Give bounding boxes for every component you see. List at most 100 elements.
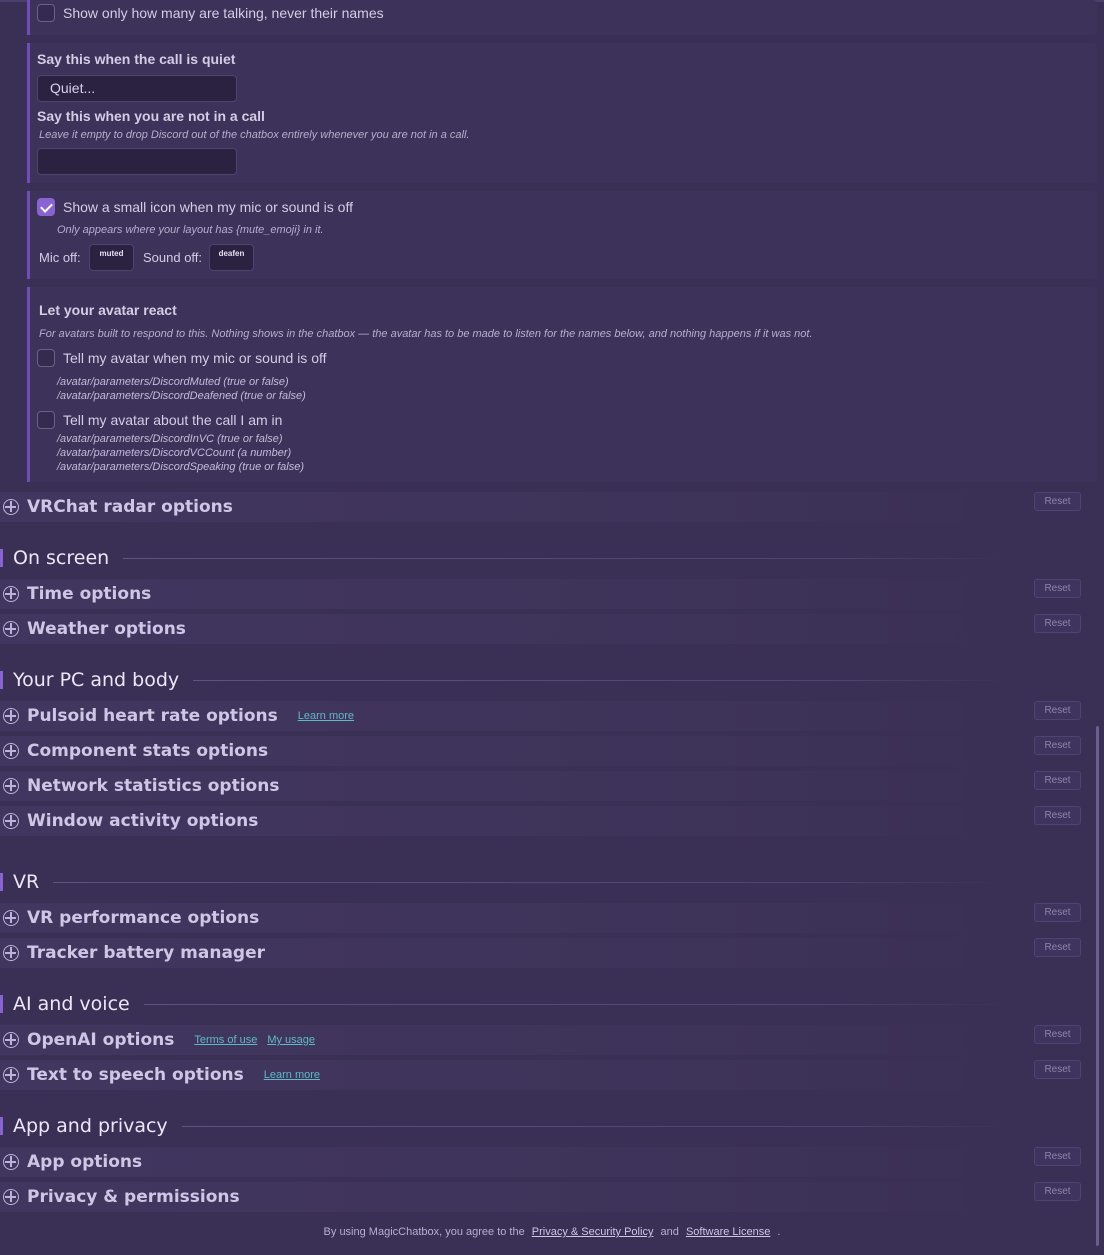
section-network[interactable]: Network statistics options	[0, 771, 1010, 801]
group-vr: VR	[0, 869, 1010, 895]
section-openai[interactable]: OpenAI options Terms of use My usage	[0, 1025, 1010, 1055]
mute-icon-row[interactable]: Show a small icon when my mic or sound i…	[37, 198, 353, 216]
software-license-link[interactable]: Software License	[686, 1226, 770, 1238]
expand-icon[interactable]	[3, 1067, 19, 1083]
section-vrchat-radar[interactable]: VRChat radar options	[0, 492, 1010, 522]
group-divider	[181, 1125, 1010, 1127]
learn-more-link[interactable]: Learn more	[298, 710, 354, 722]
avatar-mute-row[interactable]: Tell my avatar when my mic or sound is o…	[37, 349, 327, 367]
avatar-path: /avatar/parameters/DiscordSpeaking (true…	[57, 461, 304, 473]
reset-button[interactable]: Reset	[1034, 1182, 1081, 1201]
section-title: App options	[27, 1152, 143, 1172]
mic-off-label: Mic off:	[39, 250, 81, 265]
scrollbar[interactable]	[1096, 726, 1099, 1246]
avatar-call-row[interactable]: Tell my avatar about the call I am in	[37, 411, 282, 429]
section-title: Privacy & permissions	[27, 1187, 240, 1207]
reset-button[interactable]: Reset	[1034, 736, 1081, 755]
section-title: Component stats options	[27, 741, 269, 761]
reset-button[interactable]: Reset	[1034, 701, 1081, 720]
my-usage-link[interactable]: My usage	[267, 1034, 315, 1046]
count-only-label: Show only how many are talking, never th…	[63, 5, 384, 21]
reset-button[interactable]: Reset	[1034, 614, 1081, 633]
expand-icon[interactable]	[3, 778, 19, 794]
avatar-mute-paths: /avatar/parameters/DiscordMuted (true or…	[57, 375, 306, 403]
section-title: Text to speech options	[27, 1065, 244, 1085]
group-on-screen: On screen	[0, 545, 1010, 571]
section-tts[interactable]: Text to speech options Learn more	[0, 1060, 1010, 1090]
avatar-path: /avatar/parameters/DiscordDeafened (true…	[57, 390, 306, 402]
expand-icon[interactable]	[3, 586, 19, 602]
count-only-checkbox[interactable]	[37, 4, 55, 22]
terms-of-use-link[interactable]: Terms of use	[194, 1034, 257, 1046]
sound-off-input[interactable]: deafen	[209, 244, 254, 271]
footer: By using MagicChatbox, you agree to the …	[0, 1226, 1104, 1238]
count-only-row[interactable]: Show only how many are talking, never th…	[37, 4, 384, 22]
group-accent-bar	[0, 1117, 3, 1135]
expand-icon[interactable]	[3, 743, 19, 759]
group-divider	[53, 881, 1010, 883]
expand-icon[interactable]	[3, 813, 19, 829]
section-component-stats[interactable]: Component stats options	[0, 736, 1010, 766]
group-title: AI and voice	[13, 993, 130, 1015]
section-vr-performance[interactable]: VR performance options	[0, 903, 1010, 933]
expand-icon[interactable]	[3, 945, 19, 961]
reset-button[interactable]: Reset	[1034, 903, 1081, 922]
sound-off-label-row: Sound off:	[143, 250, 202, 265]
section-time[interactable]: Time options	[0, 579, 1010, 609]
reset-button[interactable]: Reset	[1034, 579, 1081, 598]
avatar-call-label: Tell my avatar about the call I am in	[63, 412, 283, 428]
avatar-title-row: Let your avatar react	[39, 302, 177, 318]
not-in-call-title: Say this when you are not in a call	[37, 108, 265, 124]
expand-icon[interactable]	[3, 1032, 19, 1048]
group-title: Your PC and body	[13, 669, 180, 691]
footer-suffix: .	[777, 1226, 781, 1238]
expand-icon[interactable]	[3, 499, 19, 515]
reset-button[interactable]: Reset	[1034, 938, 1081, 957]
reset-button[interactable]: Reset	[1034, 771, 1081, 790]
expand-icon[interactable]	[3, 621, 19, 637]
expand-icon[interactable]	[3, 708, 19, 724]
learn-more-link[interactable]: Learn more	[264, 1069, 320, 1081]
reset-button[interactable]: Reset	[1034, 492, 1081, 511]
avatar-mute-checkbox[interactable]	[37, 349, 55, 367]
section-weather[interactable]: Weather options	[0, 614, 1010, 644]
reset-button[interactable]: Reset	[1034, 1025, 1081, 1044]
section-app[interactable]: App options	[0, 1147, 1010, 1177]
group-accent-bar	[0, 873, 3, 891]
privacy-policy-link[interactable]: Privacy & Security Policy	[532, 1226, 654, 1238]
not-in-call-text-input[interactable]	[37, 148, 237, 175]
quiet-title: Say this when the call is quiet	[37, 51, 236, 67]
mute-icon-checkbox[interactable]	[37, 198, 55, 216]
group-divider	[123, 557, 1010, 559]
mic-off-input[interactable]: muted	[89, 244, 134, 271]
section-tracker-battery[interactable]: Tracker battery manager	[0, 938, 1010, 968]
section-title: OpenAI options	[27, 1030, 175, 1050]
section-privacy[interactable]: Privacy & permissions	[0, 1182, 1010, 1212]
quiet-text-input[interactable]: Quiet...	[37, 75, 237, 102]
section-window-activity[interactable]: Window activity options	[0, 806, 1010, 836]
section-title: Weather options	[27, 619, 186, 639]
sound-off-label: Sound off:	[143, 250, 203, 265]
section-title: Window activity options	[27, 811, 259, 831]
reset-button[interactable]: Reset	[1034, 1147, 1081, 1166]
mute-icon-hint: Only appears where your layout has {mute…	[57, 224, 324, 236]
group-accent-bar	[0, 549, 3, 567]
avatar-call-paths: /avatar/parameters/DiscordInVC (true or …	[57, 432, 304, 474]
avatar-path: /avatar/parameters/DiscordVCCount (a num…	[57, 447, 292, 459]
avatar-call-checkbox[interactable]	[37, 411, 55, 429]
reset-button[interactable]: Reset	[1034, 1060, 1081, 1079]
avatar-hint-row: For avatars built to respond to this. No…	[39, 328, 813, 340]
group-divider	[143, 1003, 1010, 1005]
section-pulsoid[interactable]: Pulsoid heart rate options Learn more	[0, 701, 1010, 731]
section-title: Network statistics options	[27, 776, 280, 796]
expand-icon[interactable]	[3, 1189, 19, 1205]
reset-button[interactable]: Reset	[1034, 806, 1081, 825]
expand-icon[interactable]	[3, 1154, 19, 1170]
expand-icon[interactable]	[3, 910, 19, 926]
not-in-call-hint-row: Leave it empty to drop Discord out of th…	[39, 129, 469, 141]
section-title: VRChat radar options	[27, 497, 233, 517]
group-pc-body: Your PC and body	[0, 667, 1010, 693]
section-title: VR performance options	[27, 908, 260, 928]
avatar-path: /avatar/parameters/DiscordMuted (true or…	[57, 376, 289, 388]
group-divider	[193, 679, 1010, 681]
